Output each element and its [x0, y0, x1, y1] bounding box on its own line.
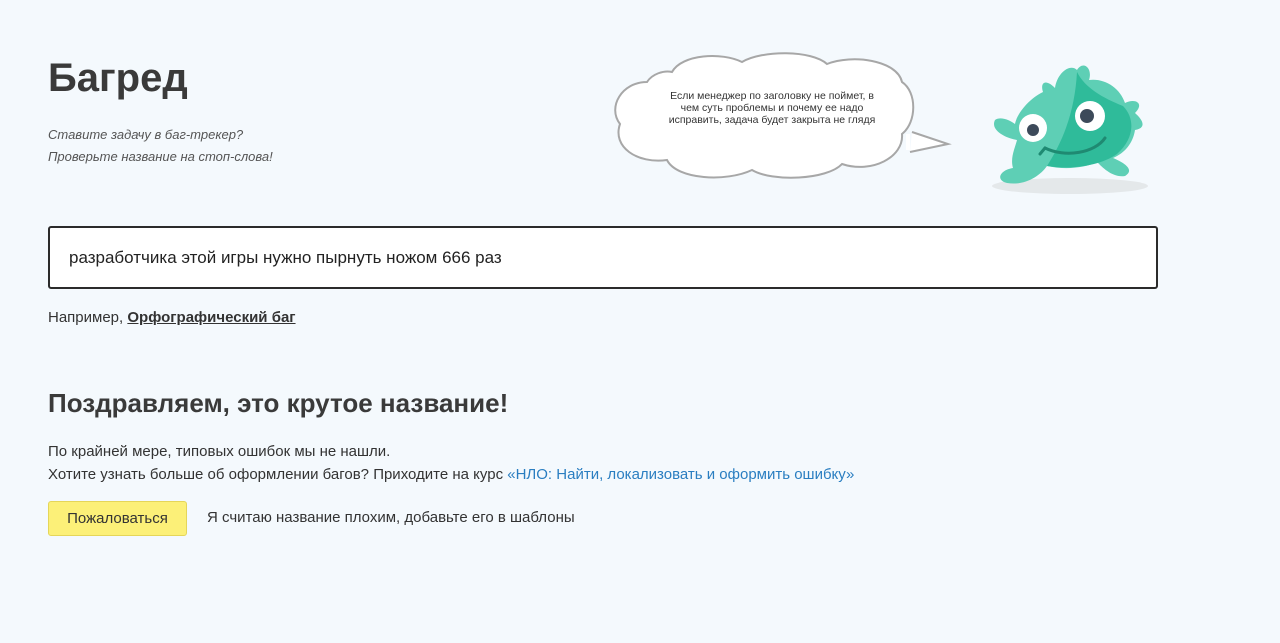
- speech-bubble-text: Если менеджер по заголовку не поймет, в …: [668, 90, 876, 126]
- subtitle: Ставите задачу в баг-трекер? Проверьте н…: [48, 124, 273, 168]
- example-prefix: Например,: [48, 309, 128, 326]
- speech-bubble: Если менеджер по заголовку не поймет, в …: [612, 52, 957, 184]
- result-line-1: По крайней мере, типовых ошибок мы не на…: [48, 443, 391, 460]
- result-text: По крайней мере, типовых ошибок мы не на…: [48, 440, 854, 486]
- bad-name-text: Я считаю название плохим, добавьте его в…: [207, 509, 575, 526]
- page: Багред Ставите задачу в баг-трекер? Пров…: [0, 0, 1280, 643]
- page-title: Багред: [48, 56, 188, 100]
- bug-title-input[interactable]: [50, 228, 1139, 287]
- complain-button[interactable]: Пожаловаться: [48, 501, 187, 536]
- result-title: Поздравляем, это крутое название!: [48, 388, 509, 418]
- course-link[interactable]: «НЛО: Найти, локализовать и оформить оши…: [507, 466, 854, 483]
- example-line: Например, Орфографический баг: [48, 309, 296, 326]
- result-line-2: Хотите узнать больше об оформлении багов…: [48, 463, 854, 486]
- bug-title-input-box[interactable]: [48, 226, 1158, 289]
- subtitle-line-2: Проверьте название на стоп-слова!: [48, 149, 273, 164]
- green-monster-mascot-icon: [985, 58, 1160, 198]
- subtitle-line-1: Ставите задачу в баг-трекер?: [48, 127, 244, 142]
- result-line-2-prefix: Хотите узнать больше об оформлении багов…: [48, 466, 508, 483]
- example-link[interactable]: Орфографический баг: [127, 309, 295, 326]
